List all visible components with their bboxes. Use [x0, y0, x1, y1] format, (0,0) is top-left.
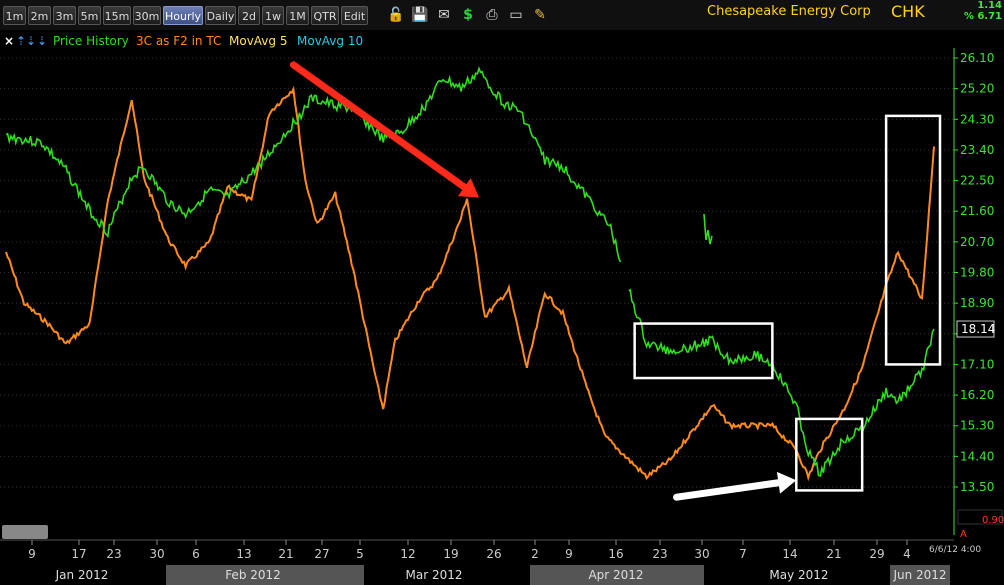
highlight-box	[633, 322, 774, 380]
x-tick-label: 26	[486, 547, 501, 561]
price-path	[5, 66, 935, 477]
price-spike	[703, 213, 713, 245]
change-percent: % 6.71	[963, 11, 1002, 22]
pencil-icon[interactable]: ✎	[531, 5, 549, 25]
y-tick-label: 19.80	[960, 266, 994, 280]
y-tick-label: 15.30	[960, 419, 994, 433]
indicator-line-3c	[5, 85, 935, 482]
annotations	[289, 61, 942, 501]
timeframe-1m-button[interactable]: 1m	[3, 6, 26, 25]
timeframe-1m-button[interactable]: 1M	[286, 6, 309, 25]
x-tick-label: 9	[28, 547, 36, 561]
timeframe-2m-button[interactable]: 2m	[28, 6, 51, 25]
change-readout: 1.14 % 6.71	[964, 0, 1002, 22]
y-tick-label: 23.40	[960, 143, 994, 157]
x-tick-label: 27	[314, 547, 329, 561]
timeframe-2d-button[interactable]: 2d	[238, 6, 260, 25]
month-label: Jan 2012	[55, 568, 109, 582]
timeframe-daily-button[interactable]: Daily	[205, 6, 236, 25]
timeframe-30m-button[interactable]: 30m	[133, 6, 161, 25]
arrow-down-icon[interactable]: ⇣	[26, 30, 36, 52]
date-label: 6/6/12 4:00	[929, 545, 981, 555]
legend-price-history[interactable]: Price History	[53, 30, 129, 52]
timeframe-3m-button[interactable]: 3m	[53, 6, 76, 25]
y-tick-label: 18.90	[960, 296, 994, 310]
y-axis: 26.10 25.20 24.30 23.40 22.50 21.60 20.70 19.80…	[953, 48, 1004, 540]
x-tick-label: 4	[903, 547, 911, 561]
last-price-label: 18.14	[961, 322, 995, 336]
timeframe-15m-button[interactable]: 15m	[103, 6, 131, 25]
dollar-icon[interactable]: $	[459, 5, 477, 25]
indicator-path	[5, 85, 935, 482]
x-tick-label: 29	[869, 547, 884, 561]
x-tick-label: 30	[149, 547, 164, 561]
x-tick-label: 12	[400, 547, 415, 561]
red-arrow-shaft	[289, 61, 468, 191]
x-tick-label: 17	[71, 547, 86, 561]
alert-icon[interactable]: ▭	[507, 5, 525, 25]
x-tick-label: 21	[826, 547, 841, 561]
x-tick-label: 16	[608, 547, 623, 561]
close-icon[interactable]: ×	[4, 30, 14, 52]
x-tick-label: 14	[782, 547, 797, 561]
change-value: 1.14	[977, 0, 1002, 11]
x-tick-label: 19	[443, 547, 458, 561]
white-arrow-shaft	[673, 479, 782, 501]
gridlines	[0, 57, 954, 539]
white-arrow-head	[776, 471, 797, 494]
x-tick-label: 9	[565, 547, 573, 561]
timeframe-hourly-button[interactable]: Hourly	[163, 6, 203, 25]
timeframe-5m-button[interactable]: 5m	[78, 6, 101, 25]
y-tick-label: 13.50	[960, 480, 994, 494]
timeframe-edit-button[interactable]: Edit	[341, 6, 368, 25]
arrow-up-icon[interactable]: ⇡	[16, 30, 26, 52]
month-label: May 2012	[769, 568, 828, 582]
legend: × ⇡ ⇣ ⇣ Price History 3C as F2 in TC Mov…	[0, 30, 700, 52]
x-tick-label: 21	[278, 547, 293, 561]
legend-movavg-5[interactable]: MovAvg 5	[229, 30, 287, 52]
indicator-scale-label: 0.90	[982, 515, 1004, 526]
y-tick-label: 22.50	[960, 174, 994, 188]
highlight-box	[884, 114, 942, 366]
x-tick-label: 13	[236, 547, 251, 561]
y-tick-label: 14.40	[960, 449, 994, 463]
x-tick-label: 7	[739, 547, 747, 561]
x-axis: 9 17 23 30 6 13 21 27 5 12 19 26 2 9 16 23 30 7 14 21 29 4 6/6…	[0, 539, 1004, 585]
y-tick-label: 17.10	[960, 357, 994, 371]
month-label: Jun 2012	[892, 568, 946, 582]
y-tick-label: 25.20	[960, 82, 994, 96]
y-tick-label: 16.20	[960, 388, 994, 402]
x-tick-label: 23	[106, 547, 121, 561]
legend-movavg-10[interactable]: MovAvg 10	[297, 30, 363, 52]
scroll-handle	[2, 525, 48, 539]
save-icon[interactable]: 💾	[411, 5, 429, 25]
month-label: Feb 2012	[225, 568, 281, 582]
ticker-symbol: CHK	[891, 2, 925, 21]
y-tick-label: 21.60	[960, 204, 994, 218]
y-tick-label: 20.70	[960, 235, 994, 249]
x-tick-label: 23	[652, 547, 667, 561]
y-tick-label: 26.10	[960, 51, 994, 65]
x-tick-label: 2	[531, 547, 539, 561]
timeframe-qtr-button[interactable]: QTR	[311, 6, 339, 25]
x-tick-label: 5	[356, 547, 364, 561]
price-history-line	[5, 66, 935, 477]
legend-3c-indicator[interactable]: 3C as F2 in TC	[136, 30, 221, 52]
mail-icon[interactable]: ✉	[435, 5, 453, 25]
arrow-down-icon[interactable]: ⇣	[37, 30, 47, 52]
x-tick-label: 6	[192, 547, 200, 561]
y-tick-label: 24.30	[960, 112, 994, 126]
price-chart[interactable]: 26.10 25.20 24.30 23.40 22.50 21.60 20.70 19.80…	[0, 0, 1004, 585]
alert-label: A	[960, 529, 967, 540]
company-name: Chesapeake Energy Corp	[707, 4, 871, 19]
print-icon[interactable]: ⎙	[483, 5, 501, 25]
timeframe-1w-button[interactable]: 1w	[262, 6, 284, 25]
month-label: Apr 2012	[588, 568, 643, 582]
lock-icon[interactable]: 🔓	[387, 5, 405, 25]
x-tick-label: 30	[694, 547, 709, 561]
month-label: Mar 2012	[406, 568, 463, 582]
highlight-box	[795, 417, 864, 492]
